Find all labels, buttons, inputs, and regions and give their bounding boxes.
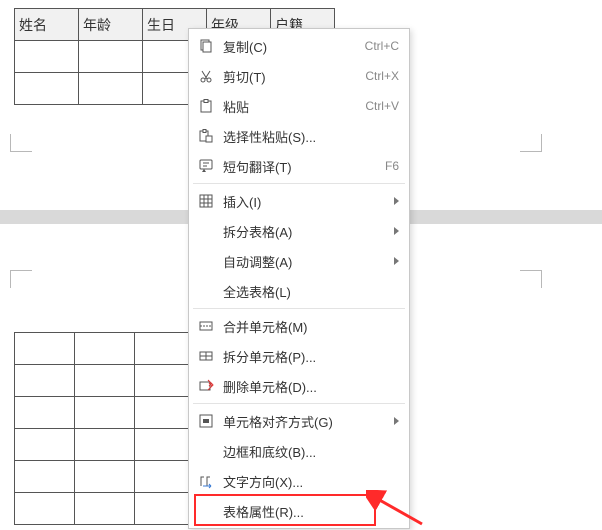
table-cell[interactable]: [15, 333, 75, 365]
table-cell[interactable]: [135, 493, 195, 525]
table-row[interactable]: [15, 493, 195, 525]
table-cell[interactable]: [75, 461, 135, 493]
split-icon: [197, 347, 215, 365]
lower-table-wrap: [14, 332, 195, 525]
merge-icon: [197, 317, 215, 335]
blank-icon: [197, 502, 215, 520]
table-cell[interactable]: [15, 41, 79, 73]
menu-separator: [193, 183, 405, 184]
menu-item[interactable]: 自动调整(A): [189, 246, 409, 276]
lower-table[interactable]: [14, 332, 195, 525]
menu-item-shortcut: Ctrl+V: [365, 99, 399, 113]
cut-icon: [197, 67, 215, 85]
menu-item-label: 合并单元格(M): [223, 317, 399, 336]
table-cell[interactable]: [15, 461, 75, 493]
menu-item[interactable]: 剪切(T) Ctrl+X: [189, 61, 409, 91]
table-cell[interactable]: [75, 365, 135, 397]
table-cell[interactable]: [15, 493, 75, 525]
table-cell[interactable]: [15, 429, 75, 461]
menu-item[interactable]: 短句翻译(T) F6: [189, 151, 409, 181]
page-corner: [10, 134, 32, 152]
menu-item[interactable]: 插入(I): [189, 186, 409, 216]
table-row[interactable]: [15, 333, 195, 365]
paste-special-icon: [197, 127, 215, 145]
menu-item[interactable]: 复制(C) Ctrl+C: [189, 31, 409, 61]
page-corner: [520, 134, 542, 152]
menu-item-label: 选择性粘贴(S)...: [223, 127, 399, 146]
paste-icon: [197, 97, 215, 115]
translate-icon: [197, 157, 215, 175]
menu-item-label: 拆分表格(A): [223, 222, 386, 241]
menu-item[interactable]: 拆分单元格(P)...: [189, 341, 409, 371]
table-cell[interactable]: [135, 397, 195, 429]
menu-separator: [193, 308, 405, 309]
menu-separator: [193, 403, 405, 404]
menu-item-shortcut: Ctrl+X: [365, 69, 399, 83]
context-menu[interactable]: 复制(C) Ctrl+C 剪切(T) Ctrl+X 粘贴 Ctrl+V 选择性粘贴(S)..…: [188, 28, 410, 529]
menu-item[interactable]: 拆分表格(A): [189, 216, 409, 246]
menu-item-label: 插入(I): [223, 192, 386, 211]
chevron-right-icon: [394, 227, 399, 235]
table-row[interactable]: [15, 429, 195, 461]
table-cell[interactable]: [135, 429, 195, 461]
align-icon: [197, 412, 215, 430]
table-cell[interactable]: [75, 333, 135, 365]
menu-item[interactable]: 表格属性(R)...: [189, 496, 409, 526]
menu-item[interactable]: 文字方向(X)...: [189, 466, 409, 496]
insert-icon: [197, 192, 215, 210]
table-cell[interactable]: [15, 365, 75, 397]
chevron-right-icon: [394, 257, 399, 265]
page-corner: [10, 270, 32, 288]
table-header[interactable]: 年龄: [79, 9, 143, 41]
table-cell[interactable]: [15, 397, 75, 429]
menu-item-shortcut: F6: [385, 159, 399, 173]
menu-item[interactable]: 全选表格(L): [189, 276, 409, 306]
menu-item-label: 短句翻译(T): [223, 157, 377, 176]
table-cell[interactable]: [79, 41, 143, 73]
menu-item-label: 全选表格(L): [223, 282, 399, 301]
table-cell[interactable]: [135, 333, 195, 365]
blank-icon: [197, 252, 215, 270]
menu-item-label: 拆分单元格(P)...: [223, 347, 399, 366]
menu-item[interactable]: 选择性粘贴(S)...: [189, 121, 409, 151]
menu-item-label: 粘贴: [223, 97, 357, 116]
menu-item-label: 删除单元格(D)...: [223, 377, 399, 396]
menu-item[interactable]: 单元格对齐方式(G): [189, 406, 409, 436]
text-dir-icon: [197, 472, 215, 490]
table-cell[interactable]: [75, 397, 135, 429]
menu-item-label: 自动调整(A): [223, 252, 386, 271]
menu-item-label: 文字方向(X)...: [223, 472, 399, 491]
menu-item[interactable]: 合并单元格(M): [189, 311, 409, 341]
table-row[interactable]: [15, 397, 195, 429]
copy-icon: [197, 37, 215, 55]
table-cell[interactable]: [135, 461, 195, 493]
table-cell[interactable]: [75, 429, 135, 461]
delete-cell-icon: [197, 377, 215, 395]
table-cell[interactable]: [135, 365, 195, 397]
blank-icon: [197, 282, 215, 300]
chevron-right-icon: [394, 197, 399, 205]
menu-item[interactable]: 删除单元格(D)...: [189, 371, 409, 401]
menu-item[interactable]: 边框和底纹(B)...: [189, 436, 409, 466]
menu-item-label: 剪切(T): [223, 67, 357, 86]
menu-item-label: 复制(C): [223, 37, 357, 56]
menu-item[interactable]: 粘贴 Ctrl+V: [189, 91, 409, 121]
blank-icon: [197, 442, 215, 460]
table-header[interactable]: 姓名: [15, 9, 79, 41]
menu-item-shortcut: Ctrl+C: [365, 39, 399, 53]
chevron-right-icon: [394, 417, 399, 425]
menu-item-label: 表格属性(R)...: [223, 502, 399, 521]
table-row[interactable]: [15, 461, 195, 493]
page-corner: [520, 270, 542, 288]
table-row[interactable]: [15, 365, 195, 397]
menu-item-label: 单元格对齐方式(G): [223, 412, 386, 431]
menu-item-label: 边框和底纹(B)...: [223, 442, 399, 461]
table-cell[interactable]: [79, 73, 143, 105]
table-cell[interactable]: [75, 493, 135, 525]
blank-icon: [197, 222, 215, 240]
document-area: 姓名年龄生日年级户籍 复制(C)Ctrl+C剪切(T)Ctrl+X粘贴Ctrl+…: [0, 0, 602, 500]
table-cell[interactable]: [15, 73, 79, 105]
